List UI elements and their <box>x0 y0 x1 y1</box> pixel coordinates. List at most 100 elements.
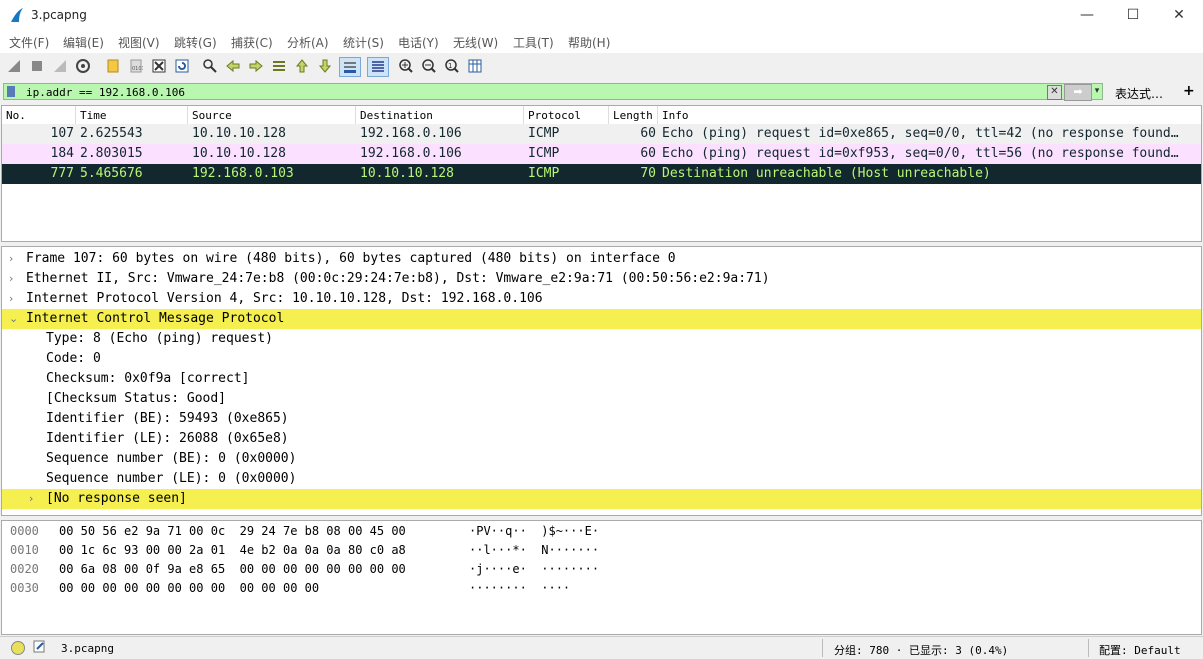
detail-tree-item[interactable]: Type: 8 (Echo (ping) request) <box>2 329 1201 349</box>
collapse-arrow-icon[interactable]: ⌄ <box>9 309 18 329</box>
detail-tree-item[interactable]: Sequence number (BE): 0 (0x0000) <box>2 449 1201 469</box>
menu-statistics[interactable]: 统计(S) <box>343 34 384 51</box>
reload-file-icon[interactable] <box>173 57 191 75</box>
packet-cell-no: 107 <box>50 126 74 141</box>
menu-help[interactable]: 帮助(H) <box>568 34 610 51</box>
detail-tree-item[interactable]: Checksum: 0x0f9a [correct] <box>2 369 1201 389</box>
packet-cell-destination: 10.10.10.128 <box>360 166 454 181</box>
column-header-no[interactable]: No. <box>6 109 26 122</box>
menu-edit[interactable]: 编辑(E) <box>63 34 104 51</box>
menu-file[interactable]: 文件(F) <box>9 34 49 51</box>
close-button[interactable]: ✕ <box>1156 0 1202 31</box>
menu-analyze[interactable]: 分析(A) <box>287 34 329 51</box>
bytes-hex[interactable]: 00 1c 6c 93 00 00 2a 01 4e b2 0a 0a 0a 8… <box>59 541 406 560</box>
menu-go[interactable]: 跳转(G) <box>174 34 217 51</box>
detail-tree-item[interactable]: Identifier (BE): 59493 (0xe865) <box>2 409 1201 429</box>
bytes-ascii[interactable]: ········ ···· <box>469 579 570 598</box>
go-back-icon[interactable] <box>224 57 242 75</box>
packet-bytes-pane[interactable]: 0000 00 50 56 e2 9a 71 00 0c 29 24 7e b8 … <box>1 520 1202 635</box>
bytes-row: 0030 00 00 00 00 00 00 00 00 00 00 00 00 ·… <box>2 579 1201 598</box>
bytes-row: 0000 00 50 56 e2 9a 71 00 0c 29 24 7e b8 … <box>2 522 1201 541</box>
go-last-icon[interactable] <box>316 57 334 75</box>
menu-telephony[interactable]: 电话(Y) <box>398 34 439 51</box>
minimize-button[interactable]: — <box>1064 0 1110 31</box>
expand-arrow-icon[interactable]: › <box>9 269 13 289</box>
maximize-button[interactable]: ☐ <box>1110 0 1156 31</box>
go-forward-icon[interactable] <box>247 57 265 75</box>
menu-view[interactable]: 视图(V) <box>118 34 160 51</box>
bytes-row: 0020 00 6a 08 00 0f 9a e8 65 00 00 00 00 … <box>2 560 1201 579</box>
expression-button[interactable]: 表达式… <box>1115 85 1163 102</box>
svg-text:0101: 0101 <box>132 66 143 72</box>
detail-tree-text: Internet Protocol Version 4, Src: 10.10.… <box>26 291 543 306</box>
detail-tree-text: [No response seen] <box>46 491 187 506</box>
detail-tree-item[interactable]: ⌄ Internet Control Message Protocol <box>2 309 1201 329</box>
zoom-in-icon[interactable] <box>397 57 415 75</box>
packet-details-pane[interactable]: › Frame 107: 60 bytes on wire (480 bits),… <box>1 246 1202 516</box>
expand-arrow-icon[interactable]: › <box>9 249 13 269</box>
column-header-time[interactable]: Time <box>80 109 107 122</box>
detail-tree-item[interactable]: › Ethernet II, Src: Vmware_24:7e:b8 (00:0… <box>2 269 1201 289</box>
expert-info-icon[interactable] <box>11 641 25 655</box>
bytes-hex[interactable]: 00 50 56 e2 9a 71 00 0c 29 24 7e b8 08 0… <box>59 522 406 541</box>
packet-row[interactable]: 777 5.465676 192.168.0.103 10.10.10.128 ICMP… <box>2 164 1201 184</box>
resize-columns-icon[interactable] <box>466 57 484 75</box>
find-packet-icon[interactable] <box>201 57 219 75</box>
packet-row[interactable]: 184 2.803015 10.10.10.128 192.168.0.106 ICMP… <box>2 144 1201 164</box>
go-first-icon[interactable] <box>293 57 311 75</box>
detail-tree-text: Type: 8 (Echo (ping) request) <box>46 331 273 346</box>
detail-tree-item[interactable]: Code: 0 <box>2 349 1201 369</box>
display-filter-input[interactable]: ip.addr == 192.168.0.106 <box>3 83 1103 100</box>
autoscroll-icon[interactable] <box>339 57 361 77</box>
column-header-protocol[interactable]: Protocol <box>528 109 581 122</box>
bytes-ascii[interactable]: ·j····e· ········ <box>469 560 599 579</box>
menu-tools[interactable]: 工具(T) <box>513 34 554 51</box>
filter-history-dropdown[interactable]: ▾ <box>1091 84 1103 99</box>
expand-arrow-icon[interactable]: › <box>29 489 33 509</box>
detail-tree-item[interactable]: › [No response seen] <box>2 489 1201 509</box>
bytes-ascii[interactable]: ·PV··q·· )$~···E· <box>469 522 599 541</box>
status-bar: 3.pcapng 分组: 780 · 已显示: 3 (0.4%) 配置: Def… <box>0 636 1203 659</box>
detail-tree-text: [Checksum Status: Good] <box>46 391 227 406</box>
capture-comment-icon[interactable] <box>33 640 46 653</box>
start-capture-icon[interactable] <box>5 57 23 75</box>
detail-tree-item[interactable]: Sequence number (LE): 0 (0x0000) <box>2 469 1201 489</box>
detail-tree-item[interactable]: › Internet Protocol Version 4, Src: 10.10… <box>2 289 1201 309</box>
add-filter-button[interactable]: + <box>1183 83 1195 99</box>
packet-row[interactable]: 107 2.625543 10.10.10.128 192.168.0.106 ICMP… <box>2 124 1201 144</box>
menu-wireless[interactable]: 无线(W) <box>453 34 498 51</box>
apply-filter-button[interactable]: ➡ <box>1064 84 1092 101</box>
close-file-icon[interactable] <box>150 57 168 75</box>
capture-options-icon[interactable] <box>74 57 92 75</box>
stop-capture-icon[interactable] <box>28 57 46 75</box>
detail-tree-item[interactable]: › Frame 107: 60 bytes on wire (480 bits),… <box>2 249 1201 269</box>
display-filter-text[interactable]: ip.addr == 192.168.0.106 <box>26 86 185 99</box>
open-file-icon[interactable] <box>104 57 122 75</box>
packet-cell-protocol: ICMP <box>528 166 560 181</box>
bytes-hex[interactable]: 00 00 00 00 00 00 00 00 00 00 00 00 <box>59 579 319 598</box>
detail-tree-item[interactable]: Identifier (LE): 26088 (0x65e8) <box>2 429 1201 449</box>
detail-tree-item[interactable]: [Checksum Status: Good] <box>2 389 1201 409</box>
restart-capture-icon[interactable] <box>51 57 69 75</box>
column-header-length[interactable]: Length <box>613 109 653 122</box>
packet-list[interactable]: No. Time Source Destination Protocol Len… <box>1 105 1202 242</box>
detail-tree-text: Checksum: 0x0f9a [correct] <box>46 371 250 386</box>
column-header-source[interactable]: Source <box>192 109 232 122</box>
zoom-normal-icon[interactable]: 1 <box>443 57 461 75</box>
status-profile[interactable]: 配置: Default <box>1099 642 1181 658</box>
detail-tree-text: Internet Control Message Protocol <box>26 311 285 326</box>
menu-capture[interactable]: 捕获(C) <box>231 34 273 51</box>
column-header-info[interactable]: Info <box>662 109 689 122</box>
bytes-offset: 0020 <box>10 562 39 576</box>
expand-arrow-icon[interactable]: › <box>9 289 13 309</box>
column-header-destination[interactable]: Destination <box>360 109 433 122</box>
clear-filter-button[interactable]: ✕ <box>1047 85 1062 100</box>
bookmark-icon[interactable] <box>7 86 15 97</box>
go-to-packet-icon[interactable] <box>270 57 288 75</box>
wireshark-logo-icon <box>11 8 23 22</box>
save-file-icon[interactable]: 0101 <box>127 57 145 75</box>
bytes-ascii[interactable]: ··l···*· N······· <box>469 541 599 560</box>
zoom-out-icon[interactable] <box>420 57 438 75</box>
bytes-hex[interactable]: 00 6a 08 00 0f 9a e8 65 00 00 00 00 00 0… <box>59 560 406 579</box>
colorize-icon[interactable] <box>367 57 389 77</box>
